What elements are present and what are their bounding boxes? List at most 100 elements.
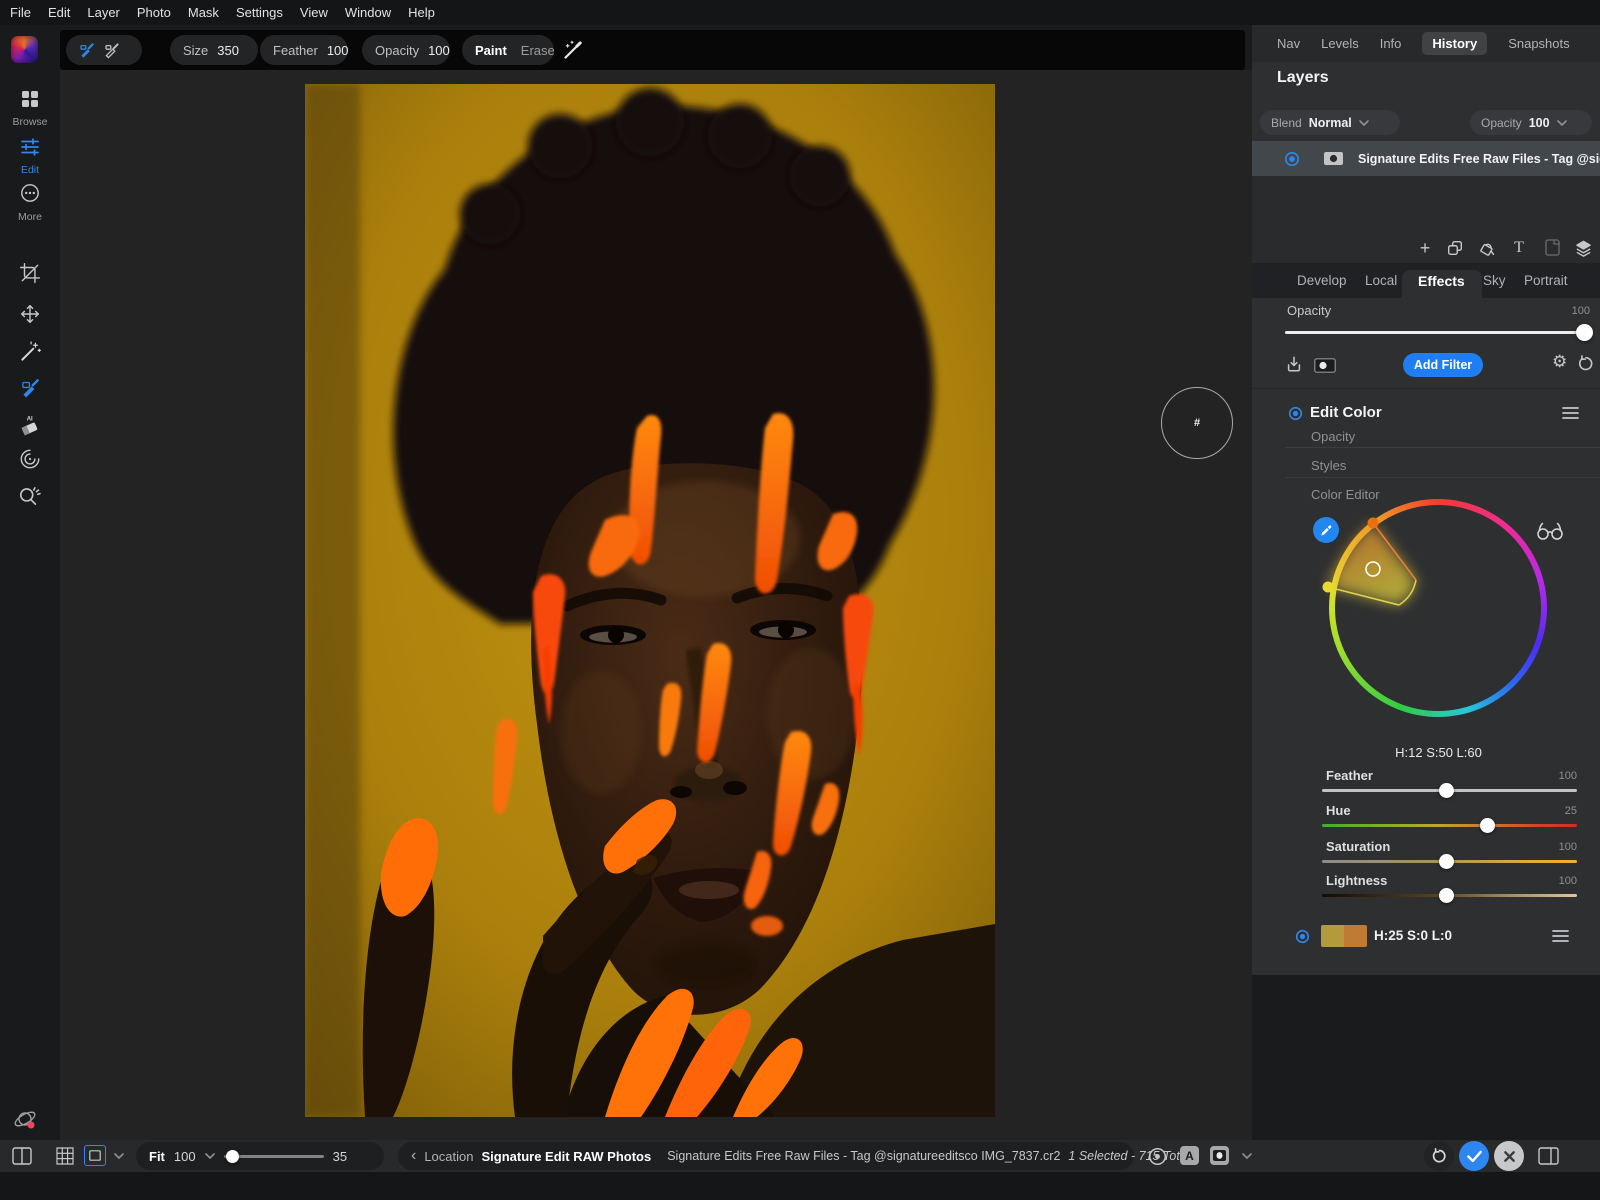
eyedropper-button[interactable] (1313, 517, 1339, 543)
effects-mask-button[interactable] (1314, 358, 1336, 378)
filter-enabled-radio-icon[interactable] (1288, 406, 1303, 421)
tab-local[interactable]: Local (1365, 263, 1397, 298)
preview-glasses-icon[interactable] (1535, 521, 1565, 541)
chevron-down-icon[interactable] (1242, 1153, 1252, 1159)
opacity-control[interactable]: Opacity 100 (362, 35, 450, 65)
compare-view-button[interactable] (12, 1147, 32, 1170)
slider-thumb[interactable] (1439, 783, 1454, 798)
menu-edit[interactable]: Edit (48, 5, 70, 20)
tab-nav[interactable]: Nav (1277, 36, 1300, 51)
location-label: Location (424, 1149, 473, 1164)
layer-opacity-select[interactable]: Opacity 100 (1470, 110, 1592, 135)
undo-button[interactable] (1424, 1141, 1454, 1171)
slider-track[interactable] (1322, 824, 1577, 827)
canvas-area[interactable]: # (60, 70, 1252, 1140)
menu-photo[interactable]: Photo (137, 5, 171, 20)
filter-menu-icon[interactable] (1562, 406, 1579, 420)
tab-levels[interactable]: Levels (1321, 36, 1359, 51)
tab-snapshots[interactable]: Snapshots (1508, 36, 1569, 51)
menu-help[interactable]: Help (408, 5, 435, 20)
menu-view[interactable]: View (300, 5, 328, 20)
gear-icon[interactable]: ⚙ (1552, 352, 1567, 372)
tool-magic-wand[interactable] (0, 340, 60, 369)
color-range-menu-icon[interactable] (1552, 929, 1569, 943)
sync-status-button[interactable] (10, 1104, 40, 1139)
hue-handle-yellow[interactable] (1323, 582, 1334, 593)
tab-effects[interactable]: Effects (1418, 263, 1465, 298)
menu-file[interactable]: File (10, 5, 31, 20)
import-preset-button[interactable] (1285, 355, 1303, 378)
tool-eraser-ai[interactable]: AI (0, 413, 60, 442)
tab-sky[interactable]: Sky (1483, 263, 1506, 298)
perfect-brush-button[interactable] (560, 38, 584, 67)
edit-color-styles-row[interactable]: Styles (1311, 458, 1346, 473)
paint-option[interactable]: Paint (475, 43, 507, 58)
grid-view-button[interactable] (56, 1147, 74, 1170)
slider-track[interactable] (1322, 860, 1577, 863)
chevron-down-icon[interactable] (205, 1153, 215, 1159)
feather-control[interactable]: Feather 100 (260, 35, 348, 65)
single-view-button[interactable] (84, 1145, 106, 1166)
slider-track[interactable] (1322, 894, 1577, 897)
menu-window[interactable]: Window (345, 5, 391, 20)
tool-zoom-pan[interactable] (0, 483, 60, 514)
annotations-toggle-button[interactable]: A (1180, 1146, 1199, 1165)
panel-layout-button[interactable] (1538, 1147, 1559, 1170)
effects-opacity-track[interactable] (1285, 331, 1592, 334)
flatten-layers-button[interactable] (1574, 239, 1592, 257)
grid-icon (56, 1147, 74, 1165)
blend-mode-select[interactable]: Blend Normal (1260, 110, 1400, 135)
edit-color-opacity-row[interactable]: Opacity (1311, 429, 1355, 444)
zoom-pan-icon (17, 483, 43, 509)
location-value[interactable]: Signature Edit RAW Photos (481, 1149, 651, 1164)
sidebar-browse[interactable]: Browse (0, 89, 60, 128)
slider-thumb[interactable] (1480, 818, 1495, 833)
fit-label[interactable]: Fit (149, 1149, 165, 1164)
tab-develop[interactable]: Develop (1297, 263, 1347, 298)
add-layer-button[interactable]: + (1416, 239, 1434, 257)
mask-view-toggle-button[interactable] (1210, 1146, 1229, 1165)
slider-thumb[interactable] (1439, 854, 1454, 869)
tool-crop[interactable] (0, 262, 60, 289)
tab-portrait[interactable]: Portrait (1524, 263, 1568, 298)
tool-brush-active[interactable] (0, 377, 60, 404)
slider-thumb[interactable] (1439, 888, 1454, 903)
fill-layer-button[interactable] (1478, 239, 1496, 257)
tool-move[interactable] (0, 303, 60, 330)
browse-grid-icon (20, 89, 40, 109)
hue-range-selection[interactable] (1309, 479, 1567, 737)
text-layer-button[interactable]: T (1510, 239, 1528, 257)
color-range-swatch[interactable] (1321, 925, 1367, 947)
menu-layer[interactable]: Layer (87, 5, 120, 20)
paper-texture-button[interactable] (1543, 239, 1561, 257)
color-range-radio-icon[interactable] (1295, 929, 1310, 944)
apply-button[interactable] (1459, 1141, 1489, 1171)
menu-settings[interactable]: Settings (236, 5, 283, 20)
slider-track[interactable] (1322, 789, 1577, 792)
duplicate-layer-button[interactable] (1446, 239, 1464, 257)
erase-option[interactable]: Erase (521, 43, 555, 58)
tab-history[interactable]: History (1422, 32, 1487, 55)
tool-blur-swirl[interactable] (0, 447, 60, 476)
effects-opacity-thumb[interactable] (1576, 324, 1593, 341)
layer-visible-radio-icon[interactable] (1284, 151, 1300, 167)
hue-handle-orange[interactable] (1368, 518, 1379, 529)
size-control[interactable]: Size 350 (170, 35, 258, 65)
reset-effects-button[interactable] (1577, 355, 1594, 377)
add-filter-button[interactable]: Add Filter (1403, 353, 1483, 377)
layer-row[interactable]: Signature Edits Free Raw Files - Tag @si… (1252, 141, 1600, 176)
chevron-down-icon[interactable] (114, 1153, 124, 1159)
cancel-button[interactable] (1494, 1141, 1524, 1171)
menu-mask[interactable]: Mask (188, 5, 219, 20)
app-logo-icon[interactable] (11, 36, 38, 63)
sidebar-more[interactable]: More (0, 182, 60, 223)
brush-mode-picker[interactable] (66, 35, 142, 65)
tab-info[interactable]: Info (1380, 36, 1402, 51)
back-icon[interactable]: ‹ (411, 1148, 416, 1164)
zoom-slider-track[interactable] (224, 1155, 324, 1158)
zoom-slider-thumb[interactable] (226, 1150, 239, 1163)
preview-toggle-button[interactable] (1148, 1147, 1167, 1171)
layer-mask-icon[interactable] (1324, 152, 1343, 165)
sidebar-edit[interactable]: Edit (0, 137, 60, 176)
right-panel: Nav Levels Info History Snapshots Layers… (1252, 25, 1600, 975)
